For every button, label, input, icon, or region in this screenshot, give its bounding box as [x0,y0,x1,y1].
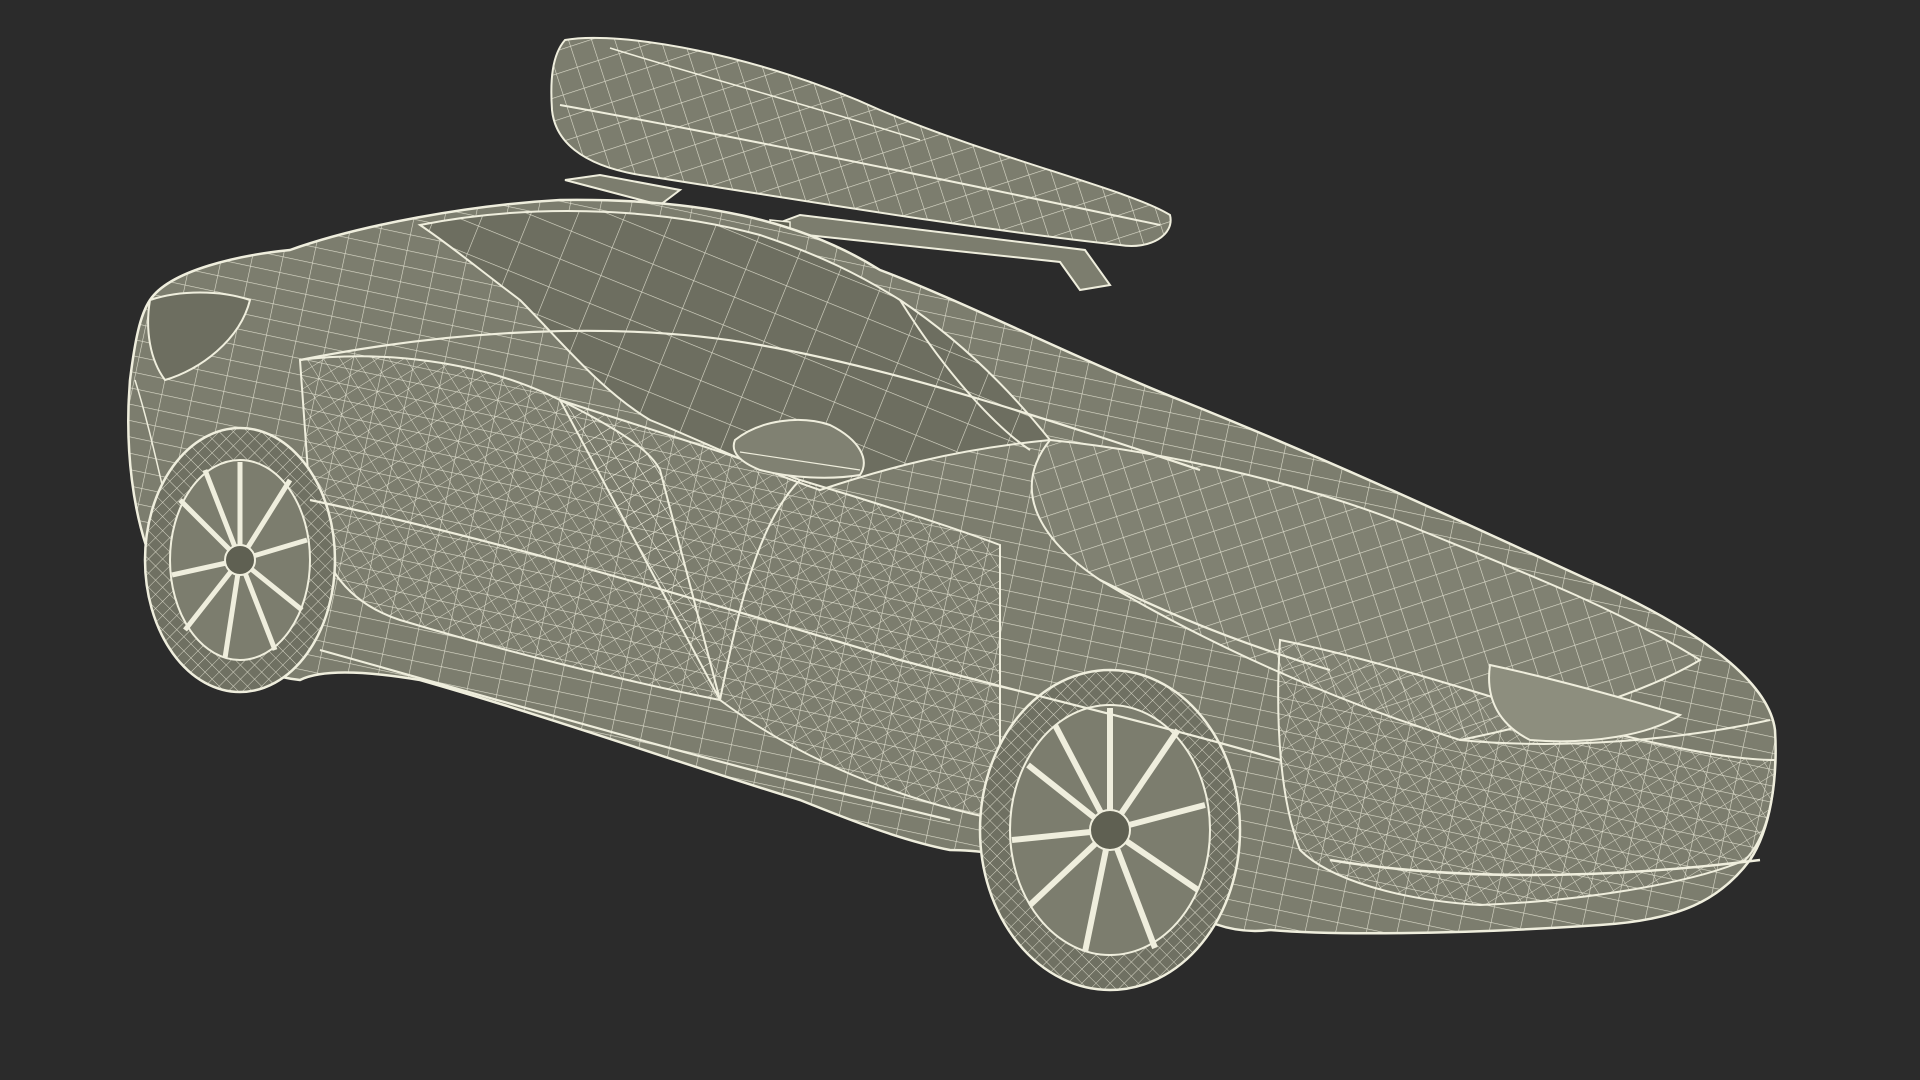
front-wheel [978,668,1242,992]
3d-viewport [0,0,1920,1080]
rear-wheel [143,426,337,694]
wireframe-render [127,36,1777,992]
